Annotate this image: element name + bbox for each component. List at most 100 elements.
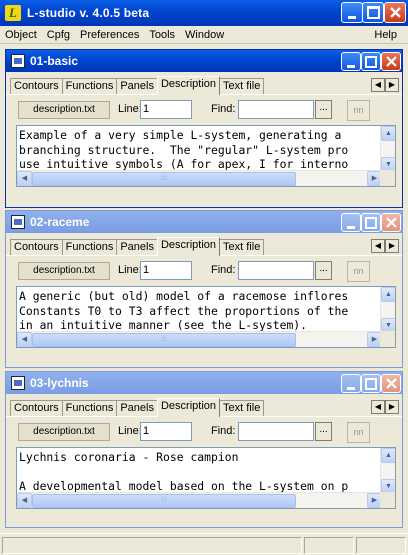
tab-scroll-right-icon[interactable]: ▶ bbox=[385, 239, 399, 253]
line-input[interactable]: 1 bbox=[140, 422, 192, 441]
description-textarea[interactable]: Lychnis coronaria - Rose campion A devel… bbox=[16, 447, 396, 509]
description-toolbar: description.txt Line: 1 Find: ... nn bbox=[6, 417, 402, 445]
find-input[interactable] bbox=[238, 100, 314, 119]
tab-contours[interactable]: Contours bbox=[10, 78, 63, 94]
lstudio-logo-icon: L bbox=[5, 5, 21, 21]
window-icon bbox=[11, 376, 25, 390]
scroll-corner bbox=[380, 492, 395, 508]
window-icon bbox=[11, 54, 25, 68]
object-window-titlebar[interactable]: 01-basic bbox=[6, 50, 402, 72]
scroll-thumb[interactable]: ⁞⁞⁞ bbox=[32, 172, 296, 186]
find-input[interactable] bbox=[238, 261, 314, 280]
find-label: Find: bbox=[211, 425, 236, 437]
tab-panels[interactable]: Panels bbox=[116, 78, 158, 94]
description-text: Example of a very simple L-system, gener… bbox=[19, 128, 349, 171]
menu-tools[interactable]: Tools bbox=[144, 29, 180, 41]
tab-panels[interactable]: Panels bbox=[116, 400, 158, 416]
menu-window[interactable]: Window bbox=[180, 29, 229, 41]
app-titlebar[interactable]: L L-studio v. 4.0.5 beta bbox=[0, 0, 408, 26]
menu-preferences[interactable]: Preferences bbox=[75, 29, 144, 41]
object-window-title: 01-basic bbox=[30, 54, 79, 68]
close-button[interactable] bbox=[381, 213, 401, 232]
filename-label: description.txt bbox=[18, 423, 110, 441]
description-toolbar: description.txt Line: 1 Find: ... nn bbox=[6, 95, 402, 123]
tab-scroll-right-icon[interactable]: ▶ bbox=[385, 78, 399, 92]
scroll-left-icon[interactable]: ◀ bbox=[17, 332, 32, 347]
tab-text-file[interactable]: Text file bbox=[219, 400, 265, 416]
menu-help[interactable]: Help bbox=[369, 29, 402, 41]
browse-button[interactable]: ... bbox=[315, 261, 332, 280]
tab-functions[interactable]: Functions bbox=[61, 239, 118, 255]
horizontal-scrollbar[interactable]: ◀ ⁞⁞⁞ ▶ bbox=[17, 492, 382, 508]
find-next-button[interactable]: nn bbox=[347, 261, 370, 282]
tab-description[interactable]: Description bbox=[156, 398, 221, 417]
scroll-corner bbox=[380, 331, 395, 347]
object-window-titlebar[interactable]: 02-raceme bbox=[6, 211, 402, 233]
close-button[interactable] bbox=[381, 52, 401, 71]
object-window-01-basic[interactable]: 01-basic Contours Functions Panels Descr… bbox=[5, 49, 403, 208]
minimize-button[interactable] bbox=[341, 52, 361, 71]
vertical-scrollbar[interactable]: ▲ ▼ bbox=[380, 448, 395, 494]
status-segment bbox=[304, 537, 354, 554]
scroll-left-icon[interactable]: ◀ bbox=[17, 493, 32, 508]
scroll-thumb[interactable]: ⁞⁞⁞ bbox=[32, 333, 296, 347]
tab-contours[interactable]: Contours bbox=[10, 239, 63, 255]
find-label: Find: bbox=[211, 103, 236, 115]
description-textarea[interactable]: A generic (but old) model of a racemose … bbox=[16, 286, 396, 348]
menu-object[interactable]: Object bbox=[0, 29, 42, 41]
tab-scroll-right-icon[interactable]: ▶ bbox=[385, 400, 399, 414]
object-window-titlebar[interactable]: 03-lychnis bbox=[6, 372, 402, 394]
tab-contours[interactable]: Contours bbox=[10, 400, 63, 416]
horizontal-scrollbar[interactable]: ◀ ⁞⁞⁞ ▶ bbox=[17, 331, 382, 347]
tab-description[interactable]: Description bbox=[156, 76, 221, 95]
line-label: Line: bbox=[118, 425, 142, 437]
scroll-thumb[interactable]: ⁞⁞⁞ bbox=[32, 494, 296, 508]
filename-label: description.txt bbox=[18, 262, 110, 280]
find-next-button[interactable]: nn bbox=[347, 422, 370, 443]
menu-cpfg[interactable]: Cpfg bbox=[42, 29, 75, 41]
tab-strip: Contours Functions Panels Description Te… bbox=[6, 398, 402, 417]
scroll-up-icon[interactable]: ▲ bbox=[381, 126, 395, 141]
line-input[interactable]: 1 bbox=[140, 261, 192, 280]
description-textarea[interactable]: Example of a very simple L-system, gener… bbox=[16, 125, 396, 187]
menu-bar: Object Cpfg Preferences Tools Window Hel… bbox=[0, 26, 408, 44]
maximize-button[interactable] bbox=[361, 52, 381, 71]
find-input[interactable] bbox=[238, 422, 314, 441]
tab-functions[interactable]: Functions bbox=[61, 400, 118, 416]
tab-scroll-left-icon[interactable]: ◀ bbox=[371, 239, 385, 253]
find-next-button[interactable]: nn bbox=[347, 100, 370, 121]
minimize-button[interactable] bbox=[341, 2, 363, 23]
line-input[interactable]: 1 bbox=[140, 100, 192, 119]
maximize-button[interactable] bbox=[362, 2, 384, 23]
vertical-scrollbar[interactable]: ▲ ▼ bbox=[380, 126, 395, 172]
tab-text-file[interactable]: Text file bbox=[219, 239, 265, 255]
object-window-03-lychnis[interactable]: 03-lychnis Contours Functions Panels Des… bbox=[5, 371, 403, 528]
maximize-button[interactable] bbox=[361, 213, 381, 232]
description-toolbar: description.txt Line: 1 Find: ... nn bbox=[6, 256, 402, 284]
horizontal-scrollbar[interactable]: ◀ ⁞⁞⁞ ▶ bbox=[17, 170, 382, 186]
scroll-up-icon[interactable]: ▲ bbox=[381, 287, 395, 302]
app-title: L-studio v. 4.0.5 beta bbox=[27, 6, 150, 20]
scroll-up-icon[interactable]: ▲ bbox=[381, 448, 395, 463]
browse-button[interactable]: ... bbox=[315, 100, 332, 119]
minimize-button[interactable] bbox=[341, 213, 361, 232]
object-window-title: 03-lychnis bbox=[30, 376, 89, 390]
vertical-scrollbar[interactable]: ▲ ▼ bbox=[380, 287, 395, 333]
description-text: Lychnis coronaria - Rose campion A devel… bbox=[19, 450, 349, 493]
tab-functions[interactable]: Functions bbox=[61, 78, 118, 94]
close-button[interactable] bbox=[384, 2, 406, 23]
tab-description[interactable]: Description bbox=[156, 237, 221, 256]
close-button[interactable] bbox=[381, 374, 401, 393]
tab-panels[interactable]: Panels bbox=[116, 239, 158, 255]
tab-text-file[interactable]: Text file bbox=[219, 78, 265, 94]
window-icon bbox=[11, 215, 25, 229]
browse-button[interactable]: ... bbox=[315, 422, 332, 441]
maximize-button[interactable] bbox=[361, 374, 381, 393]
line-label: Line: bbox=[118, 103, 142, 115]
minimize-button[interactable] bbox=[341, 374, 361, 393]
scroll-left-icon[interactable]: ◀ bbox=[17, 171, 32, 186]
object-window-02-raceme[interactable]: 02-raceme Contours Functions Panels Desc… bbox=[5, 210, 403, 368]
line-label: Line: bbox=[118, 264, 142, 276]
tab-scroll-left-icon[interactable]: ◀ bbox=[371, 400, 385, 414]
tab-scroll-left-icon[interactable]: ◀ bbox=[371, 78, 385, 92]
